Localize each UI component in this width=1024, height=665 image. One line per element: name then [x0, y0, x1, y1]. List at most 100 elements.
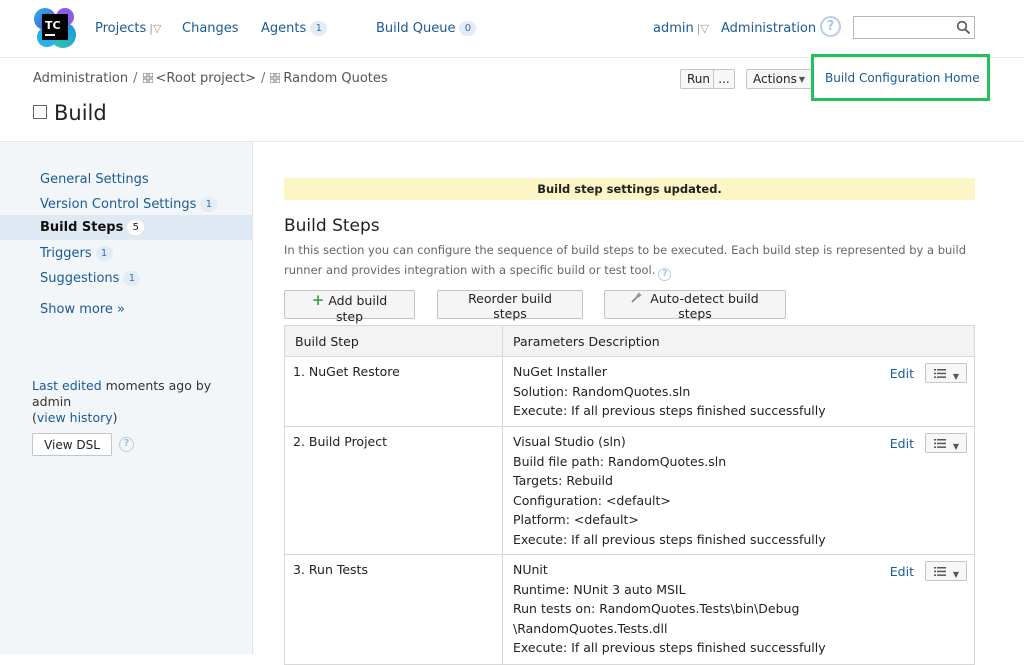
step-name[interactable]: 3. Run Tests — [293, 562, 368, 577]
breadcrumb: Administration / <Root project> / Random Quo… — [33, 71, 388, 86]
user-name[interactable]: admin — [653, 21, 694, 36]
step-name[interactable]: 2. Build Project — [293, 434, 387, 449]
param-line: Execute: If all previous steps finished … — [513, 640, 826, 655]
breadcrumb-administration[interactable]: Administration — [33, 71, 128, 86]
view-dsl-button[interactable]: View DSL — [32, 433, 112, 456]
step-name[interactable]: 1. NuGet Restore — [293, 364, 400, 379]
view-history-link[interactable]: view history — [37, 410, 113, 425]
section-title: Build Steps — [284, 216, 380, 236]
plus-icon: + — [311, 291, 325, 309]
search-input[interactable] — [854, 17, 954, 38]
run-options-button[interactable]: ... — [713, 69, 735, 89]
last-edited-link[interactable]: Last edited — [32, 378, 102, 393]
edit-step-link[interactable]: Edit — [890, 562, 914, 582]
agents-count-badge: 1 — [310, 21, 328, 36]
chevron-down-icon: ▼ — [952, 570, 959, 579]
sidebar-item-label: Triggers — [40, 246, 92, 261]
sidebar-show-more[interactable]: Show more » — [0, 297, 252, 322]
build-queue-count-badge: 0 — [459, 21, 477, 36]
sidebar-item-count: 1 — [123, 271, 141, 286]
breadcrumb-random-quotes[interactable]: Random Quotes — [283, 71, 387, 86]
page-title-text: Build — [54, 101, 107, 125]
nav-changes-label[interactable]: Changes — [182, 21, 239, 36]
param-line: Configuration: <default> — [513, 492, 671, 508]
section-description-text: In this section you can configure the se… — [284, 243, 966, 277]
table-row: 3. Run Tests NUnit Runtime: NUnit 3 auto… — [284, 554, 975, 665]
reorder-build-steps-label: Reorder build steps — [468, 291, 552, 321]
edit-step-link[interactable]: Edit — [890, 434, 914, 454]
nav-build-queue-label[interactable]: Build Queue — [376, 21, 455, 36]
list-icon — [934, 369, 946, 378]
project-grid-icon — [270, 73, 281, 83]
breadcrumb-separator: / — [133, 71, 138, 86]
sidebar-item-suggestions[interactable]: Suggestions 1 — [0, 266, 252, 291]
param-line: Execute: If all previous steps finished … — [513, 403, 826, 418]
actions-button[interactable]: Actions ▼ — [746, 69, 812, 89]
svg-text:TC: TC — [45, 19, 61, 32]
help-icon[interactable]: ? — [658, 268, 672, 281]
teamcity-logo-icon: TC — [34, 8, 76, 48]
settings-sidebar: General Settings Version Control Setting… — [0, 142, 253, 654]
show-more-link[interactable]: Show more » — [40, 302, 125, 317]
param-line: Run tests on: RandomQuotes.Tests\bin\Deb… — [513, 601, 800, 616]
nav-administration[interactable]: Administration — [721, 21, 816, 36]
magic-wand-icon-svg — [631, 292, 643, 303]
step-name-cell[interactable]: 1. NuGet Restore — [284, 356, 503, 427]
sidebar-item-build-steps[interactable]: Build Steps 5 — [0, 215, 252, 240]
search-icon[interactable] — [956, 20, 971, 35]
sidebar-item-version-control-settings[interactable]: Version Control Settings 1 — [0, 192, 252, 217]
help-icon[interactable]: ? — [820, 16, 841, 37]
reorder-build-steps-button[interactable]: Reorder build steps — [437, 290, 583, 321]
chevron-down-icon: ▼ — [952, 442, 959, 451]
breadcrumb-root-project[interactable]: <Root project> — [156, 71, 257, 86]
sidebar-item-triggers[interactable]: Triggers 1 — [0, 241, 252, 266]
chevron-down-icon: ▼ — [952, 372, 959, 381]
sidebar-item-count: 1 — [95, 246, 113, 261]
build-steps-table: Build Step Parameters Description 1. NuG… — [284, 325, 975, 665]
nav-projects[interactable]: Projects |▽ — [95, 21, 161, 36]
search-box[interactable] — [853, 16, 975, 39]
step-params-cell: NuGet Installer Solution: RandomQuotes.s… — [502, 356, 975, 427]
step-menu-button[interactable]: ▼ — [925, 561, 967, 581]
section-description: In this section you can configure the se… — [284, 240, 974, 281]
step-params-cell: Visual Studio (sln) Build file path: Ran… — [502, 426, 975, 555]
param-line: Targets: Rebuild — [513, 473, 613, 488]
column-header-parameters: Parameters Description — [502, 325, 975, 357]
nav-agents[interactable]: Agents 1 — [261, 21, 328, 36]
nav-changes[interactable]: Changes — [182, 21, 239, 36]
auto-detect-build-steps-button[interactable]: Auto-detect build steps — [604, 290, 786, 321]
list-icon — [934, 439, 946, 448]
add-build-step-label: Add build step — [328, 293, 388, 324]
add-build-step-button[interactable]: + Add build step — [284, 290, 415, 324]
run-button[interactable]: Run — [680, 69, 718, 89]
column-header-build-step: Build Step — [284, 325, 503, 357]
nav-build-queue[interactable]: Build Queue 0 — [376, 21, 477, 36]
success-notice: Build step settings updated. — [284, 178, 975, 200]
build-configuration-home-link[interactable]: Build Configuration Home — [825, 71, 980, 85]
dsl-help-icon[interactable]: ? — [119, 437, 134, 452]
param-line: Execute: If all previous steps finished … — [513, 531, 826, 547]
projects-dropdown-icon[interactable]: |▽ — [149, 22, 161, 35]
breadcrumb-separator: / — [261, 71, 266, 86]
step-name-cell[interactable]: 3. Run Tests — [284, 554, 503, 665]
nav-user-menu[interactable]: admin |▽ — [653, 21, 709, 36]
nav-agents-label[interactable]: Agents — [261, 21, 306, 36]
teamcity-logo[interactable]: TC — [33, 5, 77, 49]
nav-projects-label[interactable]: Projects — [95, 21, 146, 36]
list-icon — [934, 567, 946, 576]
step-params-cell: NUnit Runtime: NUnit 3 auto MSIL Run tes… — [502, 554, 975, 665]
actions-label: Actions — [753, 72, 797, 86]
last-edited-info: Last edited moments ago by admin (view h… — [32, 378, 247, 426]
step-name-cell[interactable]: 2. Build Project — [284, 426, 503, 555]
sidebar-item-general-settings[interactable]: General Settings — [0, 167, 252, 192]
sidebar-item-label: General Settings — [40, 172, 149, 187]
user-dropdown-icon[interactable]: |▽ — [697, 22, 709, 35]
table-header-row: Build Step Parameters Description — [284, 325, 975, 357]
chevron-down-icon: ▼ — [798, 75, 805, 84]
nav-administration-label[interactable]: Administration — [721, 21, 816, 36]
build-configuration-icon — [33, 105, 47, 119]
step-menu-button[interactable]: ▼ — [925, 363, 967, 383]
step-menu-button[interactable]: ▼ — [925, 433, 967, 453]
edit-step-link[interactable]: Edit — [890, 364, 914, 384]
magic-wand-icon — [631, 291, 646, 306]
